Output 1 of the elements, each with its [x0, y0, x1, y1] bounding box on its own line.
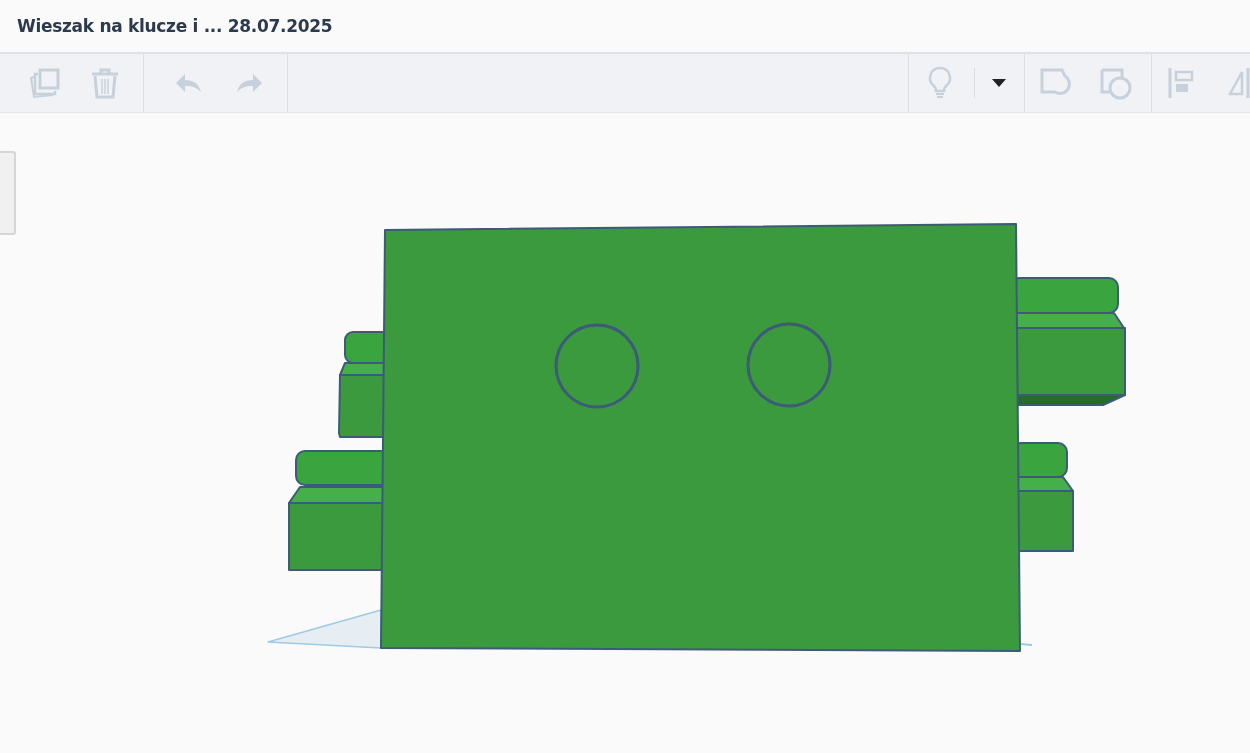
window-title: Wieszak na klucze i ... 28.07.2025	[17, 16, 333, 36]
